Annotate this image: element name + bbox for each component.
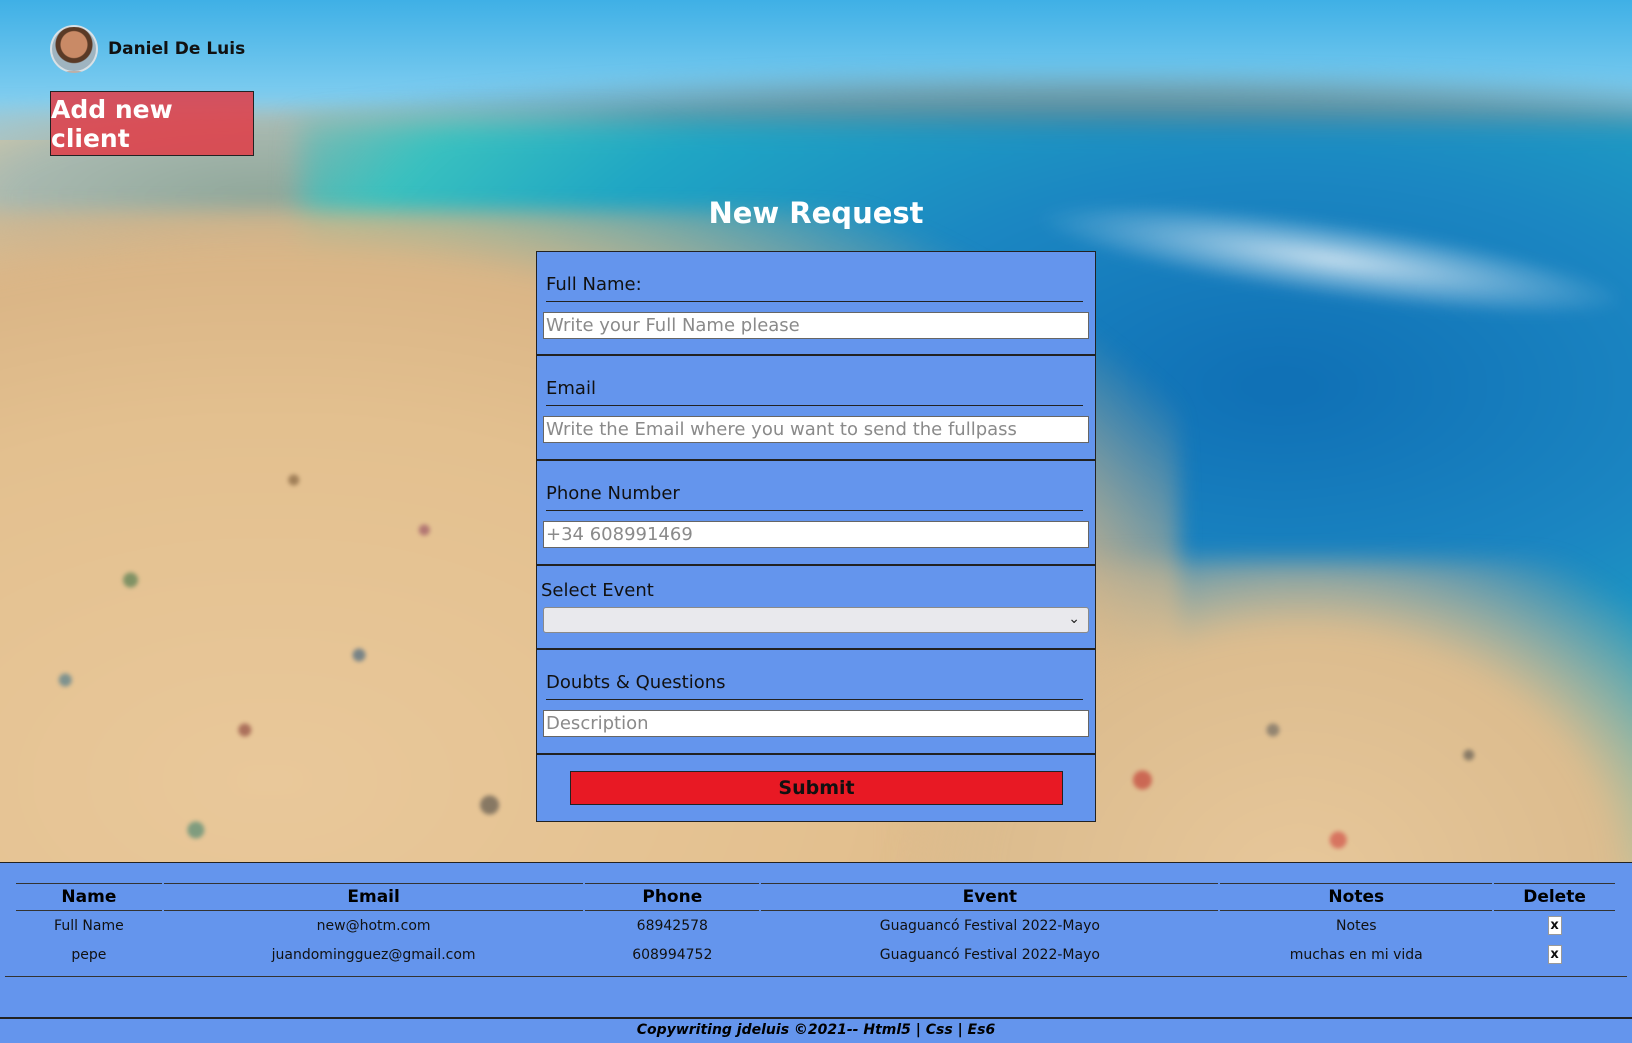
cell-delete: x — [1494, 911, 1615, 940]
divider — [546, 699, 1083, 700]
cell-phone: 608994752 — [632, 946, 713, 963]
event-section: Select Event ⌄ — [537, 566, 1095, 650]
table-divider — [5, 976, 1627, 977]
cell-notes: muchas en mi vida — [1289, 946, 1423, 963]
email-section: Email — [537, 356, 1095, 461]
footer-text: Copywriting jdeluis ©2021-- Html5 | Css … — [636, 1022, 996, 1038]
divider — [546, 510, 1083, 511]
cell-event: Guaguancó Festival 2022-Mayo — [879, 946, 1100, 963]
footer: Copywriting jdeluis ©2021-- Html5 | Css … — [0, 1019, 1632, 1043]
column-header-email: Email — [163, 883, 584, 911]
column-header-event: Event — [761, 883, 1219, 911]
chevron-down-icon: ⌄ — [1068, 611, 1080, 627]
clients-table-panel: Name Email Phone Event Notes Delete Full… — [0, 862, 1632, 1019]
cell-delete: x — [1494, 940, 1615, 969]
phone-input[interactable] — [543, 521, 1089, 548]
cell-event: Guaguancó Festival 2022-Mayo — [879, 917, 1100, 934]
column-header-notes: Notes — [1220, 883, 1493, 911]
column-header-phone: Phone — [585, 883, 760, 911]
column-header-delete: Delete — [1494, 883, 1615, 911]
divider — [546, 405, 1083, 406]
table-row: Full Name new@hotm.com 68942578 Guaguanc… — [16, 911, 1615, 940]
table-header-row: Name Email Phone Event Notes Delete — [16, 883, 1615, 911]
cell-name: Full Name — [54, 917, 124, 934]
delete-button[interactable]: x — [1547, 945, 1562, 964]
cell-notes: Notes — [1336, 917, 1377, 934]
email-label: Email — [546, 378, 596, 399]
user-profile: Daniel De Luis — [50, 25, 245, 73]
new-request-form: Full Name: Email Phone Number Select Eve… — [536, 251, 1096, 822]
full-name-label: Full Name: — [546, 274, 642, 295]
clients-table: Name Email Phone Event Notes Delete Full… — [14, 883, 1617, 969]
divider — [546, 301, 1083, 302]
doubts-section: Doubts & Questions — [537, 650, 1095, 755]
doubts-label: Doubts & Questions — [546, 672, 726, 693]
cell-email: juandomingguez@gmail.com — [271, 946, 476, 963]
cell-phone: 68942578 — [636, 917, 708, 934]
select-event-label: Select Event — [541, 580, 654, 601]
column-header-name: Name — [16, 883, 162, 911]
doubts-input[interactable] — [543, 710, 1089, 737]
avatar — [50, 25, 98, 73]
submit-button[interactable]: Submit — [570, 771, 1063, 805]
email-input[interactable] — [543, 416, 1089, 443]
table-row: pepe juandomingguez@gmail.com 608994752 … — [16, 940, 1615, 969]
full-name-section: Full Name: — [537, 252, 1095, 356]
event-select[interactable]: ⌄ — [543, 607, 1089, 633]
user-name: Daniel De Luis — [108, 39, 246, 59]
phone-section: Phone Number — [537, 461, 1095, 566]
phone-label: Phone Number — [546, 483, 680, 504]
form-title: New Request — [708, 196, 924, 230]
full-name-input[interactable] — [543, 312, 1089, 339]
delete-button[interactable]: x — [1547, 916, 1562, 935]
cell-email: new@hotm.com — [316, 917, 431, 934]
cell-name: pepe — [71, 946, 107, 963]
add-new-client-button[interactable]: Add new client — [50, 91, 254, 156]
